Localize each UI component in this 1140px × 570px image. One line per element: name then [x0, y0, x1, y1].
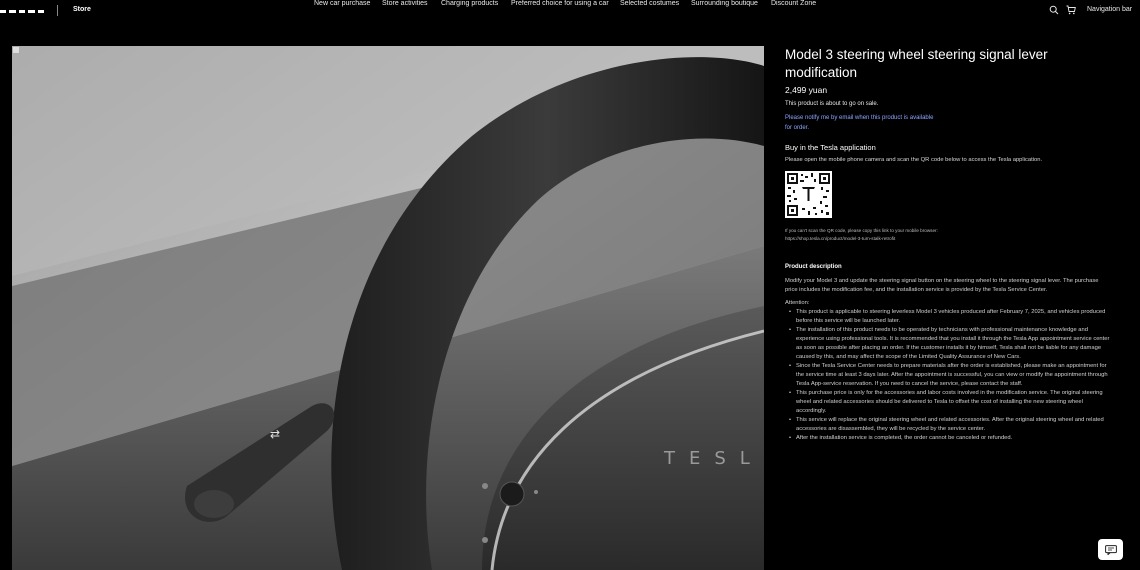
notify-by-email-link[interactable]: Please notify me by email when this prod…	[785, 114, 935, 133]
product-description-text: Modify your Model 3 and update the steer…	[785, 278, 1099, 293]
sale-status-note: This product is about to go on sale.	[785, 101, 879, 107]
nav-item-selected-costumes[interactable]: Selected costumes	[620, 0, 679, 7]
nav-item-new-car-purchase[interactable]: New car purchase	[314, 0, 370, 7]
attention-list: This product is applicable to steering l…	[785, 308, 1110, 443]
nav-item-surrounding-boutique[interactable]: Surrounding boutique	[691, 0, 758, 7]
navigation-bar-button[interactable]: Navigation bar	[1087, 6, 1132, 13]
image-placeholder-icon	[12, 46, 20, 54]
attention-item: The installation of this product needs t…	[785, 326, 1110, 362]
buy-in-app-heading: Buy in the Tesla application	[785, 143, 876, 152]
svg-text:⇄: ⇄	[270, 427, 280, 441]
qr-fallback-text: If you can't scan the QR code, please co…	[785, 227, 1110, 242]
product-price: 2,499 yuan	[785, 85, 828, 95]
search-icon[interactable]	[1049, 5, 1059, 15]
nav-item-discount-zone[interactable]: Discount Zone	[771, 0, 816, 7]
attention-item: This service will replace the original s…	[785, 416, 1110, 434]
hub-tesla-logo: TESLA	[663, 448, 764, 469]
qr-fallback-link[interactable]: https://shop.tesla.cn/product/model-3-tu…	[785, 235, 1110, 243]
product-details-panel: Model 3 steering wheel steering signal l…	[785, 46, 1110, 443]
product-image: ⇄ TESLA	[12, 46, 764, 570]
store-label[interactable]: Store	[73, 6, 91, 13]
buy-in-app-description: Please open the mobile phone camera and …	[785, 157, 1043, 163]
steering-wheel-photo: ⇄ TESLA	[12, 46, 764, 570]
cart-icon[interactable]	[1066, 5, 1076, 15]
tesla-logo[interactable]	[0, 5, 45, 17]
chat-button[interactable]	[1098, 539, 1123, 560]
logo-divider	[57, 5, 58, 16]
attention-label: Attention:	[785, 300, 810, 306]
nav-item-preferred-choice[interactable]: Preferred choice for using a car	[511, 0, 609, 7]
product-title: Model 3 steering wheel steering signal l…	[785, 47, 1048, 80]
attention-item: After the installation service is comple…	[785, 434, 1110, 443]
nav-item-charging-products[interactable]: Charging products	[441, 0, 498, 7]
top-navigation: Store New car purchase Store activities …	[0, 0, 1140, 22]
attention-item: This product is applicable to steering l…	[785, 308, 1110, 326]
attention-item: Since the Tesla Service Center needs to …	[785, 362, 1110, 389]
product-description-heading: Product description	[785, 264, 842, 270]
qr-code	[785, 171, 832, 218]
nav-item-store-activities[interactable]: Store activities	[382, 0, 428, 7]
chat-icon	[1104, 544, 1117, 555]
qr-fallback-instruction: If you can't scan the QR code, please co…	[785, 228, 938, 233]
attention-item: This purchase price is only for the acce…	[785, 389, 1110, 416]
